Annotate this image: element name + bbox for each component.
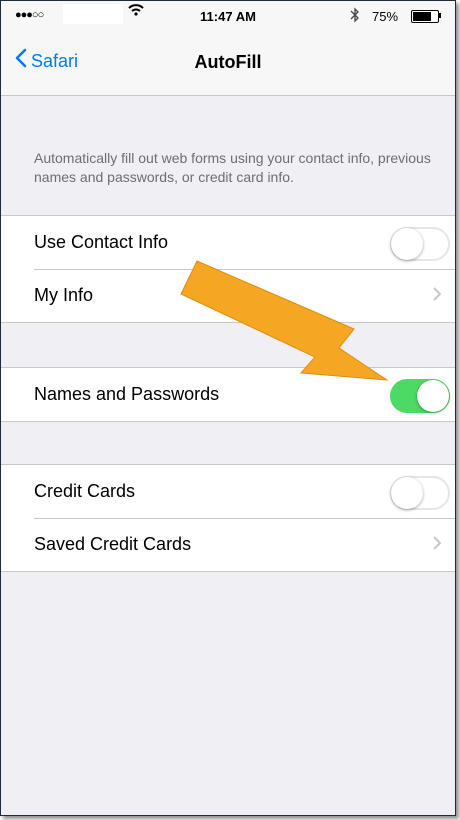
status-bar: ●●●○○ 11:47 AM 75%	[1, 1, 455, 31]
phone-screen: ●●●○○ 11:47 AM 75% Safari AutoFill Autom…	[0, 0, 456, 816]
toggle-knob	[417, 380, 449, 412]
autofill-description: Automatically fill out web forms using y…	[34, 150, 431, 185]
chevron-right-icon	[433, 536, 442, 555]
chevron-right-icon	[433, 287, 442, 306]
row-label: Saved Credit Cards	[34, 534, 192, 554]
battery-icon	[411, 10, 439, 23]
credit-cards-group: Credit Cards Saved Credit Cards	[1, 464, 455, 572]
bluetooth-icon	[350, 7, 360, 26]
battery-percentage: 75%	[372, 9, 399, 24]
page-title: AutoFill	[194, 52, 262, 72]
credit-cards-toggle[interactable]	[390, 476, 450, 510]
row-saved-credit-cards[interactable]: Saved Credit Cards	[1, 518, 455, 571]
row-label: My Info	[34, 285, 94, 305]
row-label: Use Contact Info	[34, 232, 169, 252]
annotation-arrow-icon	[180, 260, 389, 381]
toggle-knob	[391, 477, 423, 509]
battery-tip	[439, 13, 441, 18]
row-label: Credit Cards	[34, 481, 136, 501]
navigation-bar: Safari AutoFill	[1, 31, 455, 96]
row-credit-cards[interactable]: Credit Cards	[1, 465, 455, 518]
